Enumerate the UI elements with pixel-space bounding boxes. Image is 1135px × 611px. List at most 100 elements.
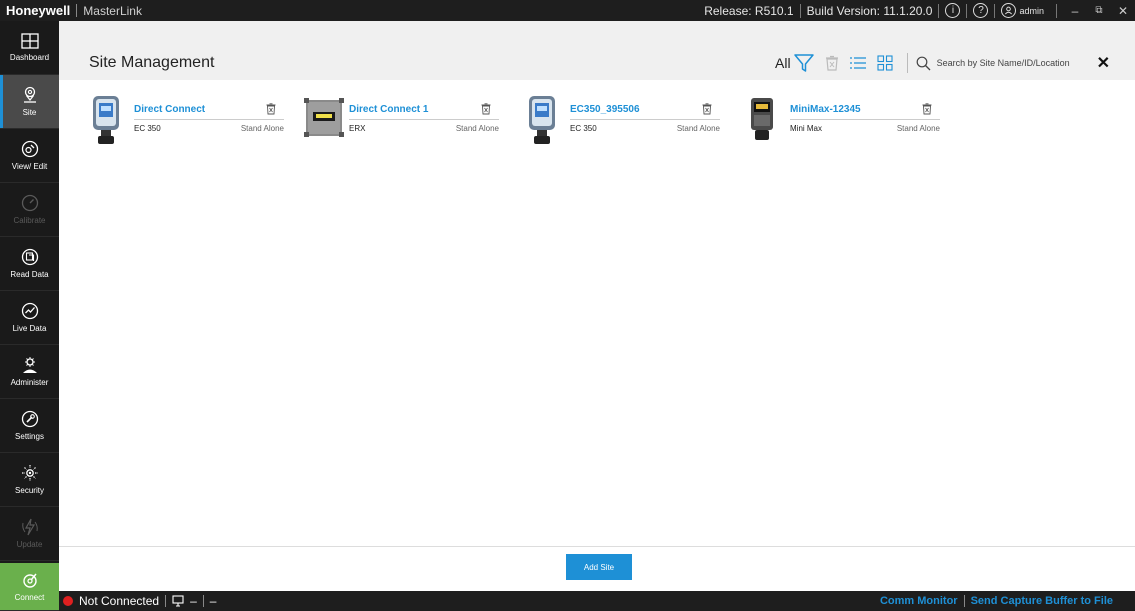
release-label: Release: R510.1 <box>704 3 794 18</box>
site-card[interactable]: EC350_395506 EC 350 Stand Alone <box>525 94 740 146</box>
read-data-icon <box>21 248 38 266</box>
settings-icon <box>21 410 38 428</box>
clear-search-button[interactable]: ✕ <box>1097 53 1110 73</box>
status-value: – <box>209 594 217 608</box>
list-view-icon[interactable] <box>849 55 867 71</box>
minimize-button[interactable]: – <box>1063 4 1087 18</box>
sidebar-item-label: Site <box>22 108 37 117</box>
site-card[interactable]: Direct Connect EC 350 Stand Alone <box>89 94 304 146</box>
help-icon[interactable]: ? <box>973 3 989 18</box>
site-name-link[interactable]: EC350_395506 <box>570 104 640 115</box>
sidebar-item-label: Live Data <box>12 324 47 333</box>
delete-site-icon[interactable] <box>266 102 276 120</box>
divider <box>963 595 965 607</box>
divider <box>570 119 720 120</box>
restore-button[interactable]: ⧉ <box>1087 5 1111 16</box>
search-icon <box>916 56 931 71</box>
site-model: EC 350 <box>570 124 597 133</box>
sidebar-item-administer[interactable]: Administer <box>0 345 59 399</box>
sidebar-item-label: Settings <box>15 432 44 441</box>
connection-status-indicator <box>63 596 73 606</box>
device-icon <box>172 595 184 607</box>
update-icon <box>21 518 38 536</box>
site-card[interactable]: MiniMax-12345 Mini Max Stand Alone <box>745 94 960 146</box>
minimax-device-image <box>751 98 773 140</box>
site-name-link[interactable]: Direct Connect <box>134 104 205 115</box>
send-capture-buffer-link[interactable]: Send Capture Buffer to File <box>971 595 1113 607</box>
add-site-button[interactable]: Add Site <box>566 554 632 580</box>
site-model: Mini Max <box>790 124 823 133</box>
info-icon[interactable]: i <box>945 3 961 18</box>
delete-site-icon[interactable] <box>922 102 932 120</box>
ec350-device-image <box>529 96 555 144</box>
sidebar-item-live-data[interactable]: Live Data <box>0 291 59 345</box>
sidebar-item-label: Read Data <box>10 270 49 279</box>
sidebar-item-security[interactable]: Security <box>0 453 59 507</box>
search-input[interactable] <box>936 58 1095 68</box>
site-icon <box>23 86 36 103</box>
status-value: – <box>190 594 197 608</box>
comm-monitor-link[interactable]: Comm Monitor <box>880 595 958 607</box>
divider <box>966 3 968 18</box>
sidebar-item-view-edit[interactable]: View/ Edit <box>0 129 59 183</box>
site-mode: Stand Alone <box>676 124 720 133</box>
calibrate-icon <box>21 194 38 212</box>
divider <box>134 119 284 120</box>
site-card[interactable]: Direct Connect 1 ERX Stand Alone <box>304 94 519 146</box>
security-icon <box>21 465 38 481</box>
divider <box>994 3 996 18</box>
user-menu[interactable]: admin <box>1001 3 1044 18</box>
site-name-link[interactable]: Direct Connect 1 <box>349 104 428 115</box>
dashboard-icon <box>20 33 39 49</box>
divider <box>349 119 499 120</box>
divider <box>1056 3 1057 18</box>
delete-site-icon[interactable] <box>702 102 712 120</box>
sidebar-item-label: Administer <box>10 378 49 387</box>
sidebar-item-settings[interactable]: Settings <box>0 399 59 453</box>
title-bar: Honeywell MasterLink Release: R510.1 Bui… <box>0 0 1135 21</box>
search-box <box>936 58 1095 68</box>
administer-icon <box>22 357 37 373</box>
sidebar-item-site[interactable]: Site <box>0 75 59 129</box>
status-bar: Not Connected – – Comm Monitor Send Capt… <box>59 591 1135 611</box>
site-mode: Stand Alone <box>896 124 940 133</box>
grid-view-icon[interactable] <box>877 55 893 71</box>
page-header: Site Management All ✕ <box>59 21 1135 80</box>
sidebar-item-label: Dashboard <box>9 53 50 62</box>
filter-icon[interactable] <box>793 53 815 73</box>
page-title: Site Management <box>89 54 215 71</box>
user-icon <box>1001 3 1017 18</box>
sidebar-item-connect[interactable]: Connect <box>0 563 59 611</box>
erx-device-image <box>304 98 344 137</box>
view-edit-icon <box>21 140 38 158</box>
sidebar-item-calibrate[interactable]: Calibrate <box>0 183 59 237</box>
site-name-link[interactable]: MiniMax-12345 <box>790 104 861 115</box>
divider <box>790 119 940 120</box>
site-model: EC 350 <box>134 124 161 133</box>
title-bar-info: Release: R510.1 Build Version: 11.1.20.0… <box>704 0 1135 21</box>
action-panel: Add Site <box>59 546 1135 591</box>
delete-icon[interactable] <box>825 55 839 71</box>
filter-all-label[interactable]: All <box>775 55 791 71</box>
build-version-label: Build Version: 11.1.20.0 <box>806 3 933 18</box>
sidebar: Dashboard Site View/ Edit Calibrate Read… <box>0 21 59 611</box>
site-model: ERX <box>349 124 366 133</box>
sidebar-item-update[interactable]: Update <box>0 507 59 561</box>
divider <box>76 4 78 17</box>
ec350-device-image <box>93 96 119 144</box>
app-name: MasterLink <box>83 3 142 18</box>
close-button[interactable]: ✕ <box>1111 4 1135 18</box>
header-toolbar: All ✕ <box>775 52 1110 74</box>
delete-site-icon[interactable] <box>481 102 491 120</box>
divider <box>165 595 167 607</box>
sidebar-item-label: View/ Edit <box>11 162 48 171</box>
divider <box>202 595 204 607</box>
sidebar-item-label: Update <box>16 540 43 549</box>
sidebar-item-label: Security <box>15 486 44 495</box>
site-mode: Stand Alone <box>455 124 499 133</box>
sidebar-item-dashboard[interactable]: Dashboard <box>0 21 59 75</box>
connect-icon <box>22 573 37 588</box>
live-data-icon <box>21 302 38 320</box>
brand-logo: Honeywell <box>6 3 71 18</box>
sidebar-item-read-data[interactable]: Read Data <box>0 237 59 291</box>
